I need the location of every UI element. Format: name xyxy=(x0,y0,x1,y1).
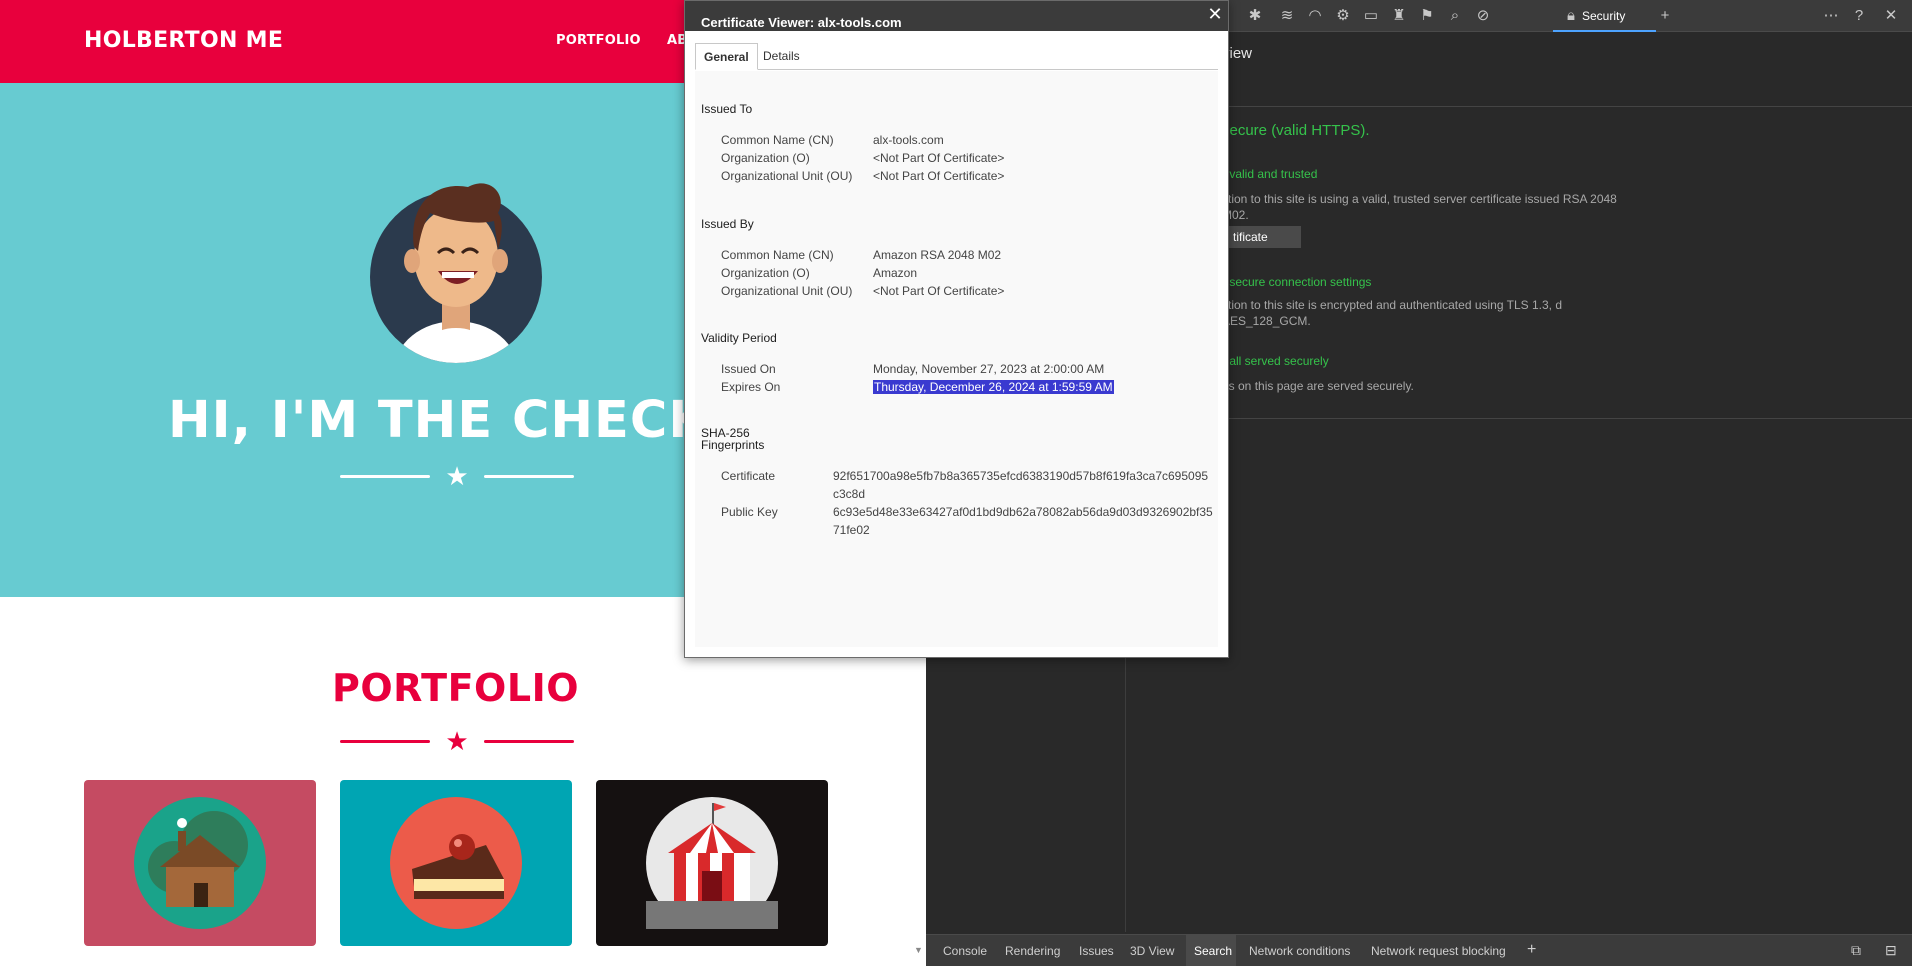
cake-icon xyxy=(390,797,522,929)
drawer-tab-rendering[interactable]: Rendering xyxy=(1005,944,1060,958)
issued-to-cn-value: alx-tools.com xyxy=(873,133,944,147)
issued-to-o-value: <Not Part Of Certificate> xyxy=(873,151,1005,165)
drawer-tab-network-conditions[interactable]: Network conditions xyxy=(1249,944,1350,958)
add-tab-icon[interactable]: + xyxy=(1656,7,1674,25)
portfolio-card-circus[interactable] xyxy=(596,780,828,946)
drawer-tab-issues[interactable]: Issues xyxy=(1079,944,1114,958)
avatar-icon xyxy=(370,183,542,363)
divider-line xyxy=(484,740,574,743)
add-drawer-tab-icon[interactable]: + xyxy=(1527,941,1536,959)
recorder-icon[interactable]: ⚑ xyxy=(1418,7,1436,25)
issued-to-o-label: Organization (O) xyxy=(721,151,810,165)
tab-details[interactable]: Details xyxy=(755,43,808,70)
issued-to-ou-label: Organizational Unit (OU) xyxy=(721,169,853,183)
certificate-section-text: ction to this site is using a valid, tru… xyxy=(1222,192,1617,222)
dialog-titlebar[interactable]: Certificate Viewer: alx-tools.com ✕ xyxy=(685,1,1228,31)
scroll-down-arrow-icon[interactable]: ▼ xyxy=(914,945,923,955)
issued-to-ou-value: <Not Part Of Certificate> xyxy=(873,169,1005,183)
issued-on-label: Issued On xyxy=(721,362,776,376)
hero-title: HI, I'M THE CHECKE xyxy=(168,391,745,450)
drawer-tab-network-request-blocking[interactable]: Network request blocking xyxy=(1371,944,1506,958)
issued-on-value: Monday, November 27, 2023 at 2:00:00 AM xyxy=(873,362,1105,376)
drawer-tab-search[interactable]: Search xyxy=(1194,944,1232,958)
drawer-tab-3d-view[interactable]: 3D View xyxy=(1130,944,1174,958)
issued-by-ou-label: Organizational Unit (OU) xyxy=(721,284,853,298)
pubkey-fingerprint-label: Public Key xyxy=(721,505,778,519)
application-icon[interactable]: ▭ xyxy=(1362,7,1380,25)
circus-tent-icon xyxy=(646,797,778,929)
dock-icon[interactable]: ⧉ xyxy=(1851,942,1861,959)
performance-icon[interactable]: ◠ xyxy=(1306,7,1324,25)
resources-section-text: es on this page are served securely. xyxy=(1222,379,1414,393)
memory-icon[interactable]: ⚙ xyxy=(1334,7,1352,25)
issued-to-heading: Issued To xyxy=(701,102,753,116)
portfolio-card-cabin[interactable] xyxy=(84,780,316,946)
cert-tabs: General Details xyxy=(695,43,1218,70)
divider-line xyxy=(340,740,430,743)
help-icon[interactable]: ? xyxy=(1850,7,1868,25)
dialog-body: General Details Issued To Common Name (C… xyxy=(685,31,1228,657)
cabin-icon xyxy=(134,797,266,929)
divider-line xyxy=(484,475,574,478)
devtools-drawer-tabs: Console Rendering Issues 3D View Search … xyxy=(926,934,1912,966)
cert-fingerprint-value: 92f651700a98e5fb7b8a365735efcd6383190d57… xyxy=(833,469,1209,501)
pubkey-fingerprint-value: 6c93e5d48e33e63427af0d1bd9db62a78082ab56… xyxy=(833,505,1213,537)
connection-section-heading: - secure connection settings xyxy=(1222,275,1372,289)
nav-link-portfolio[interactable]: PORTFOLIO xyxy=(556,33,641,48)
cert-fingerprint-label: Certificate xyxy=(721,469,776,483)
issued-by-cn-value: Amazon RSA 2048 M02 xyxy=(873,248,1002,262)
close-icon[interactable]: ✕ xyxy=(1205,3,1225,25)
issued-by-ou-value: <Not Part Of Certificate> xyxy=(873,284,1005,298)
lighthouse-icon[interactable]: ♜ xyxy=(1390,7,1408,25)
site-brand[interactable]: HOLBERTON ME xyxy=(84,28,283,53)
bug-icon[interactable]: ✱ xyxy=(1246,7,1264,25)
blocked-icon[interactable]: ⊘ xyxy=(1474,7,1492,25)
dialog-title: Certificate Viewer: alx-tools.com xyxy=(701,15,902,30)
divider xyxy=(1126,418,1912,419)
portfolio-card-cake[interactable] xyxy=(340,780,572,946)
expires-on-label: Expires On xyxy=(721,380,781,394)
divider xyxy=(1126,106,1912,107)
divider-line xyxy=(340,475,430,478)
selected-text[interactable]: Thursday, December 26, 2024 at 1:59:59 A… xyxy=(873,380,1114,394)
issued-to-cn-label: Common Name (CN) xyxy=(721,133,834,147)
tab-security-label[interactable]: Security xyxy=(1582,9,1625,23)
issued-by-heading: Issued By xyxy=(701,217,754,231)
validity-heading: Validity Period xyxy=(701,331,777,345)
portfolio-title: PORTFOLIO xyxy=(331,666,580,710)
connection-section-text: ction to this site is encrypted and auth… xyxy=(1222,298,1562,328)
close-drawer-icon[interactable]: ⊟ xyxy=(1885,942,1897,959)
portfolio-star-divider: ★ xyxy=(340,728,574,754)
issued-by-cn-label: Common Name (CN) xyxy=(721,248,834,262)
certificate-viewer-dialog: Certificate Viewer: alx-tools.com ✕ Gene… xyxy=(684,0,1229,658)
drawer-tab-console[interactable]: Console xyxy=(943,944,987,958)
fingerprints-heading-2: Fingerprints xyxy=(701,438,765,452)
security-summary: secure (valid HTTPS). xyxy=(1222,122,1370,139)
issued-by-o-label: Organization (O) xyxy=(721,266,810,280)
more-icon[interactable]: ⋯ xyxy=(1822,7,1840,25)
close-icon[interactable]: ✕ xyxy=(1882,7,1900,25)
wifi-icon[interactable]: ≋ xyxy=(1278,7,1296,25)
certificate-section-heading: - valid and trusted xyxy=(1222,167,1318,181)
view-certificate-button[interactable]: tificate xyxy=(1220,226,1301,248)
star-icon: ★ xyxy=(445,726,469,756)
tab-general[interactable]: General xyxy=(695,43,758,70)
resources-section-heading: - all served securely xyxy=(1222,354,1329,368)
hero-star-divider: ★ xyxy=(340,463,574,489)
star-icon: ★ xyxy=(445,461,469,491)
expires-on-value[interactable]: Thursday, December 26, 2024 at 1:59:59 A… xyxy=(873,380,1114,394)
cert-general-content: Issued To Common Name (CN) alx-tools.com… xyxy=(695,71,1218,647)
search-icon[interactable]: ⌕ xyxy=(1446,7,1464,25)
issued-by-o-value: Amazon xyxy=(873,266,918,280)
lock-icon: 🔒︎ xyxy=(1567,7,1575,24)
